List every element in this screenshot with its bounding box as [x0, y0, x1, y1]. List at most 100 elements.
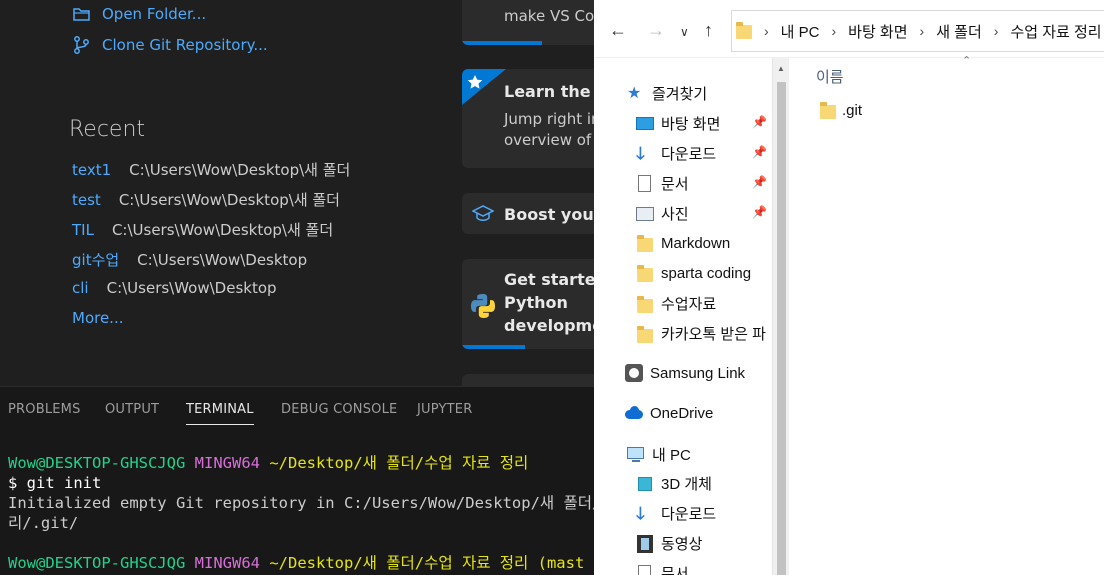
nav-3d-objects[interactable]: 3D 개체 — [636, 473, 712, 494]
recent-item[interactable]: TIL C:\Users\Wow\Desktop\새 폴더 — [72, 219, 333, 240]
download-arrow-icon: 🡓 — [636, 503, 645, 523]
pin-icon[interactable]: 📌 — [752, 145, 767, 159]
chevron-right-icon[interactable]: › — [920, 23, 925, 39]
nav-downloads[interactable]: 🡓 다운로드 — [636, 143, 716, 164]
folder-icon — [636, 325, 654, 343]
recent-locations-chevron-icon[interactable]: ∨ — [680, 25, 689, 39]
recent-item-path: C:\Users\Wow\Desktop\새 폴더 — [111, 221, 334, 239]
nav-quick-access[interactable]: ★ 즐겨찾기 — [627, 83, 707, 104]
breadcrumb-item[interactable]: 새 폴더 — [936, 21, 982, 42]
terminal-line: Wow@DESKTOP-GHSCJQG MINGW64 ~/Desktop/새 … — [8, 554, 585, 572]
file-item-label: .git — [842, 102, 863, 119]
breadcrumb-item[interactable]: 내 PC — [781, 21, 820, 42]
nav-folder[interactable]: 수업자료 — [636, 293, 716, 314]
terminal-line: Initialized empty Git repository in C:/U… — [8, 494, 594, 512]
scrollbar-thumb[interactable] — [777, 82, 786, 575]
recent-item-path: C:\Users\Wow\Desktop — [137, 251, 308, 269]
star-icon: ★ — [627, 84, 642, 102]
breadcrumb-item[interactable]: 수업 자료 정리 — [1010, 21, 1101, 42]
film-icon — [636, 534, 654, 553]
folder-icon — [636, 234, 654, 252]
back-arrow-icon[interactable]: ← — [609, 20, 627, 41]
more-recent-link[interactable]: More... — [72, 309, 124, 327]
samsung-link-icon — [625, 364, 643, 382]
nav-pictures[interactable]: 사진 — [636, 203, 689, 224]
walkthrough-title: developmen — [504, 316, 594, 335]
cloud-icon — [625, 404, 643, 422]
tab-debug-console[interactable]: DEBUG CONSOLE — [281, 402, 397, 417]
nav-pc-documents[interactable]: 문서 — [636, 563, 689, 575]
panel-tabs: PROBLEMS OUTPUT TERMINAL DEBUG CONSOLE J… — [0, 387, 594, 433]
walkthrough-progress — [462, 41, 542, 45]
cube-icon — [636, 475, 654, 493]
nav-folder[interactable]: 카카오톡 받은 파 — [636, 323, 766, 344]
chevron-right-icon[interactable]: › — [764, 23, 769, 39]
folder-icon — [636, 295, 654, 313]
folder-icon — [820, 101, 836, 119]
terminal-line: Wow@DESKTOP-GHSCJQG MINGW64 ~/Desktop/새 … — [8, 454, 529, 472]
document-icon — [636, 174, 654, 193]
tab-problems[interactable]: PROBLEMS — [8, 402, 81, 417]
tab-terminal[interactable]: TERMINAL — [186, 402, 254, 425]
pin-icon[interactable]: 📌 — [752, 175, 767, 189]
recent-item[interactable]: cli C:\Users\Wow\Desktop — [72, 279, 277, 297]
clone-repo-link[interactable]: Clone Git Repository... — [72, 35, 268, 55]
pin-icon[interactable]: 📌 — [752, 115, 767, 129]
chevron-right-icon[interactable]: › — [831, 23, 836, 39]
forward-arrow-icon[interactable]: → — [647, 20, 665, 41]
computer-icon — [627, 446, 645, 464]
open-folder-link[interactable]: Open Folder... — [72, 4, 206, 24]
scroll-up-icon[interactable]: ▲ — [777, 64, 785, 73]
walkthrough-desc: Jump right in — [504, 110, 594, 128]
up-arrow-icon[interactable]: ↑ — [704, 20, 713, 41]
bottom-panel: PROBLEMS OUTPUT TERMINAL DEBUG CONSOLE J… — [0, 386, 594, 575]
nav-folder[interactable]: sparta coding — [636, 264, 751, 282]
walkthrough-card-python[interactable]: Get started Python developmen — [462, 259, 594, 349]
recent-item[interactable]: test C:\Users\Wow\Desktop\새 폴더 — [72, 189, 340, 210]
tab-output[interactable]: OUTPUT — [105, 402, 159, 417]
recent-item-name[interactable]: cli — [72, 279, 89, 297]
recent-item-name[interactable]: test — [72, 191, 101, 209]
chevron-right-icon[interactable]: › — [994, 23, 999, 39]
walkthrough-title: Python — [504, 293, 568, 312]
walkthrough-title: Learn the F — [504, 82, 594, 101]
breadcrumb-item[interactable]: 바탕 화면 — [848, 21, 907, 42]
nav-folder[interactable]: Markdown — [636, 234, 730, 252]
recent-item-name[interactable]: TIL — [72, 221, 94, 239]
nav-samsung-link[interactable]: Samsung Link — [625, 364, 745, 382]
file-explorer-window: ← → ∨ ↑ › 내 PC › 바탕 화면 › 새 폴더 › 수업 자료 정리… — [594, 0, 1104, 575]
column-header-name[interactable]: 이름 — [816, 66, 844, 87]
pictures-icon — [636, 205, 654, 223]
recent-item[interactable]: git수업 C:\Users\Wow\Desktop — [72, 249, 307, 270]
desktop-icon — [636, 115, 654, 133]
recent-item-name[interactable]: text1 — [72, 161, 111, 179]
walkthrough-card-learn[interactable]: Learn the F Jump right in overview of t — [462, 69, 594, 168]
source-control-icon — [74, 36, 89, 54]
walkthrough-card-boost[interactable]: Boost your — [462, 193, 594, 234]
navigation-pane: ★ 즐겨찾기 바탕 화면 📌 🡓 다운로드 📌 문서 📌 사진 📌 Markdo… — [594, 58, 772, 575]
folder-open-icon — [73, 8, 90, 21]
terminal-output[interactable]: Wow@DESKTOP-GHSCJQG MINGW64 ~/Desktop/새 … — [8, 453, 594, 575]
nav-this-pc[interactable]: 내 PC — [627, 444, 691, 465]
walkthrough-desc: make VS Coc — [504, 7, 594, 25]
nav-documents[interactable]: 문서 — [636, 173, 689, 194]
navigation-scrollbar[interactable]: ▲ — [772, 58, 789, 575]
star-badge-icon — [462, 69, 506, 105]
terminal-line: 리/.git/ — [8, 514, 79, 532]
nav-pc-downloads[interactable]: 🡓 다운로드 — [636, 503, 716, 524]
document-icon — [636, 564, 654, 575]
walkthrough-card-vscode[interactable]: make VS Coc — [462, 0, 594, 45]
clone-repo-label: Clone Git Repository... — [102, 36, 268, 54]
nav-videos[interactable]: 동영상 — [636, 533, 702, 554]
breadcrumb[interactable]: › 내 PC › 바탕 화면 › 새 폴더 › 수업 자료 정리 — [731, 10, 1104, 52]
recent-item-name[interactable]: git수업 — [72, 251, 119, 269]
walkthrough-title: Get started — [504, 270, 594, 289]
mortarboard-icon — [472, 205, 494, 221]
nav-onedrive[interactable]: OneDrive — [625, 404, 713, 422]
tab-jupyter[interactable]: JUPYTER — [417, 402, 472, 417]
pin-icon[interactable]: 📌 — [752, 205, 767, 219]
file-item[interactable]: .git — [820, 101, 863, 119]
file-list: ⌃ 이름 .git — [790, 55, 1104, 575]
recent-item[interactable]: text1 C:\Users\Wow\Desktop\새 폴더 — [72, 159, 350, 180]
nav-desktop[interactable]: 바탕 화면 — [636, 113, 720, 134]
